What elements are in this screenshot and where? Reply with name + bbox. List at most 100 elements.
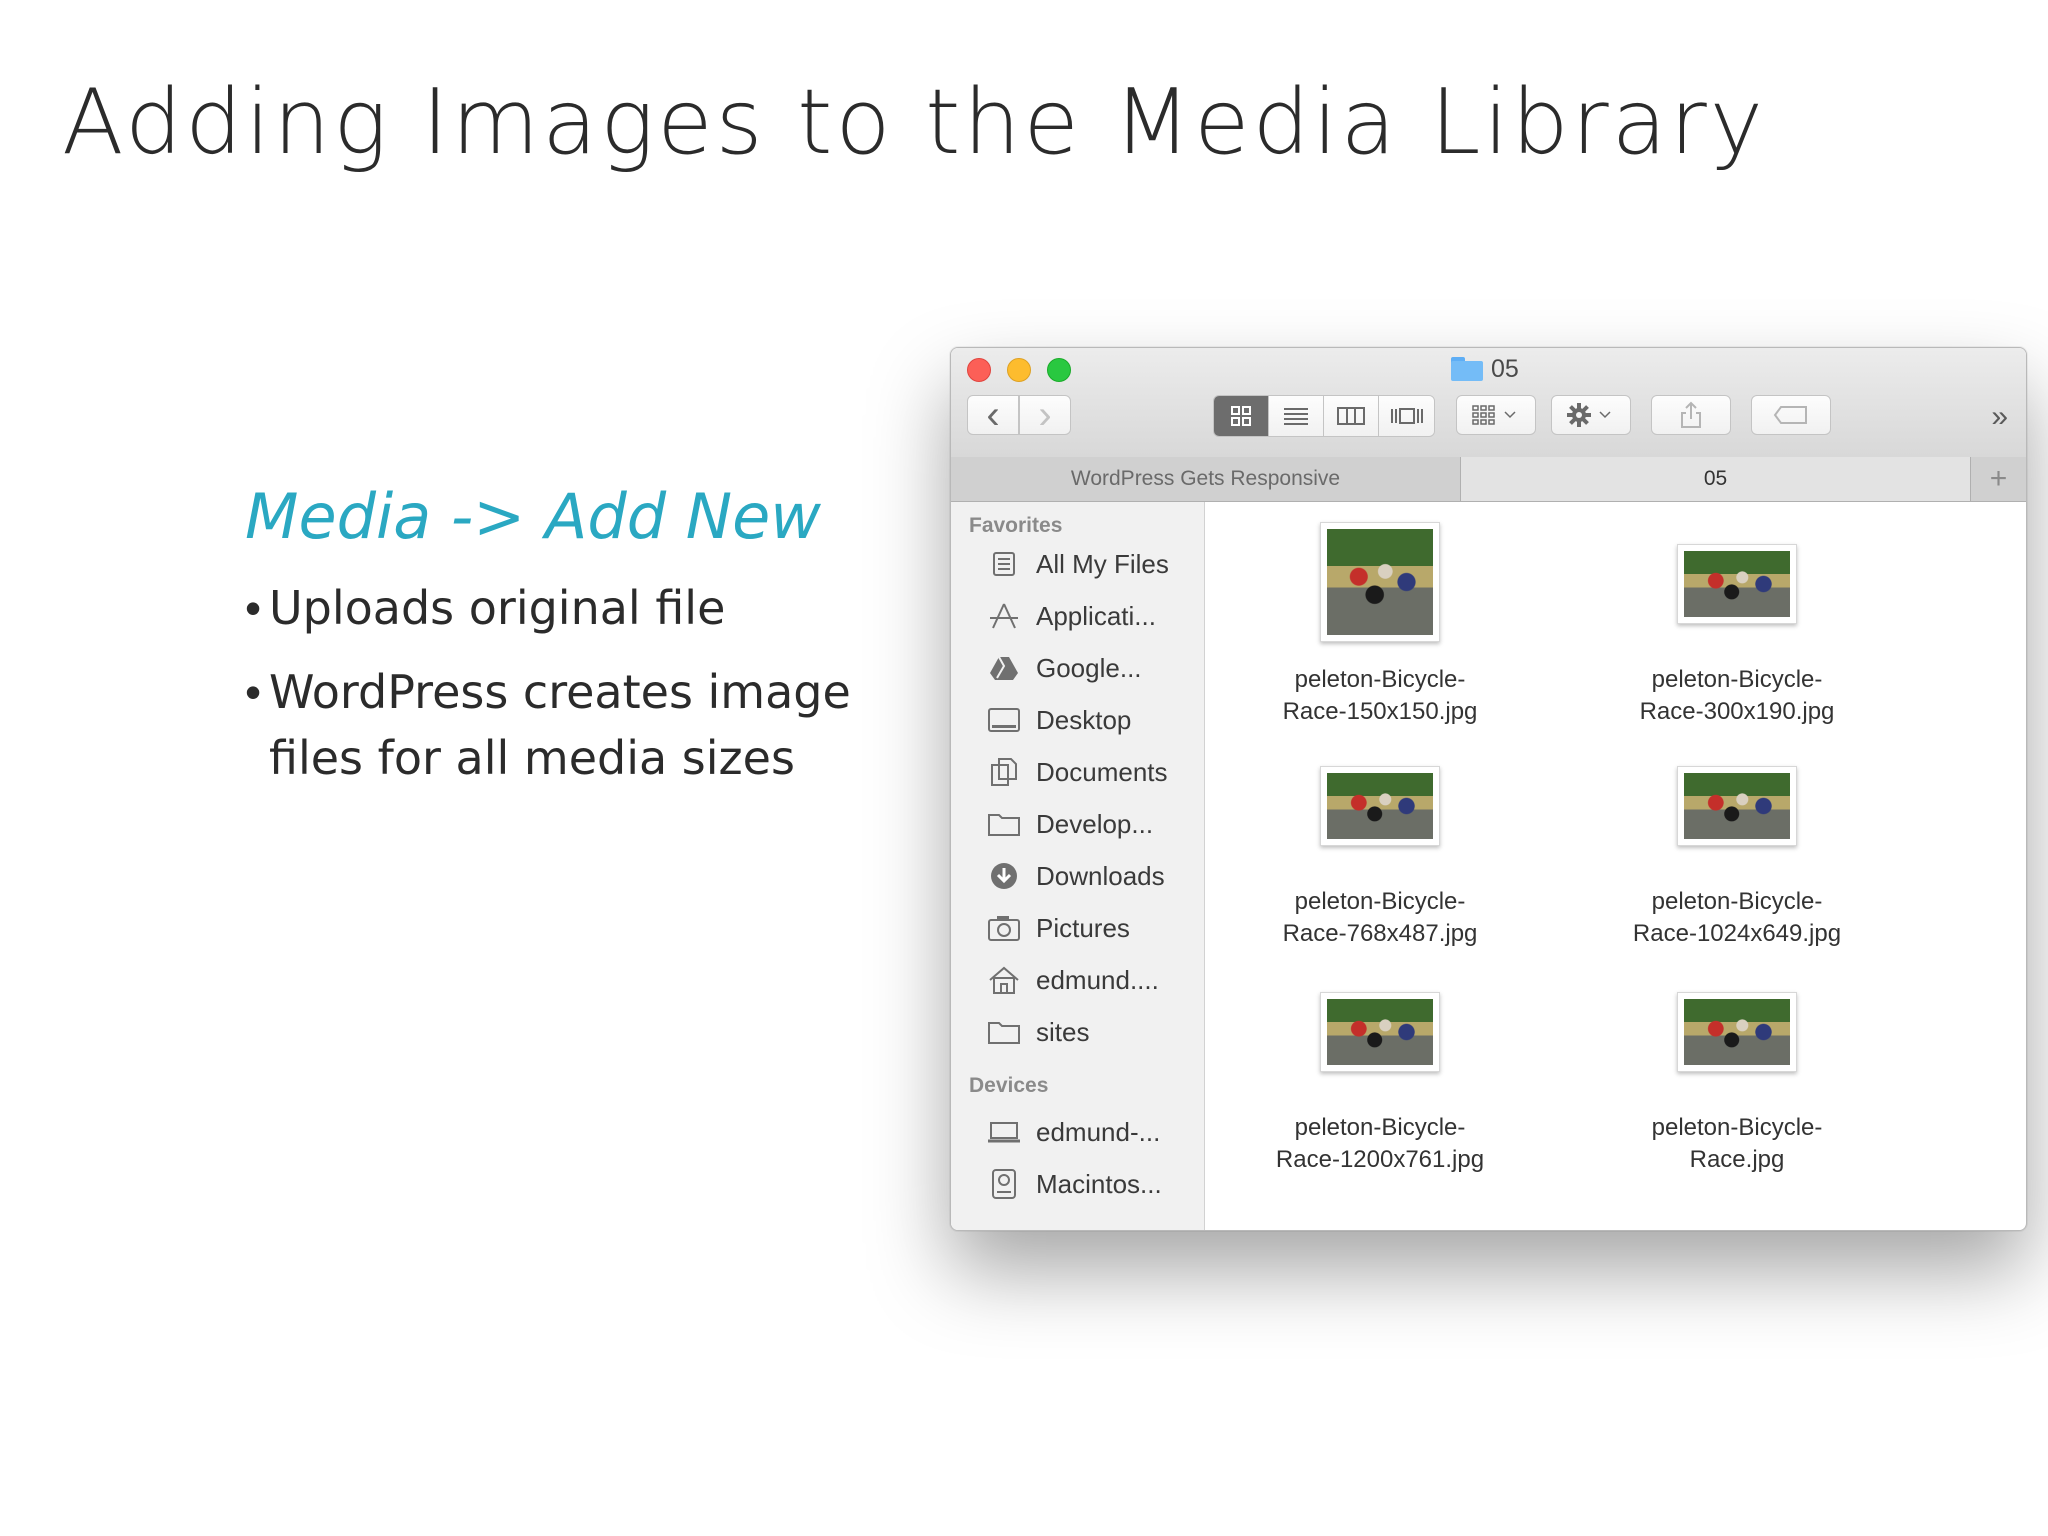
forward-button[interactable]: ›	[1019, 395, 1071, 435]
menu-path-subhead: Media -> Add New	[245, 480, 822, 553]
sidebar-item-label: All My Files	[1036, 548, 1169, 579]
favorites-heading: Favorites	[969, 514, 1063, 537]
home-icon	[986, 965, 1022, 995]
sidebar-item-label: sites	[1036, 1016, 1090, 1047]
bullet-list: • Uploads original file • WordPress crea…	[245, 575, 889, 809]
view-mode-selector	[1213, 395, 1435, 437]
desktop-icon	[986, 705, 1022, 735]
bullet-marker: •	[245, 582, 262, 634]
pictures-icon	[986, 913, 1022, 943]
bicycle-race-photo	[1327, 999, 1433, 1065]
arrange-button[interactable]	[1456, 395, 1536, 435]
file-name: peleton-Bicycle- Race.jpg	[1651, 1114, 1823, 1173]
folder-icon	[1451, 357, 1483, 381]
sidebar-item-label: Applicati...	[1036, 600, 1156, 631]
sidebar-item-label: Desktop	[1036, 704, 1132, 735]
list-view-button[interactable]	[1269, 396, 1324, 436]
sidebar-item-laptop[interactable]: edmund-...	[986, 1110, 1160, 1154]
cover-flow-button[interactable]	[1379, 396, 1434, 436]
new-tab-button[interactable]: +	[1971, 457, 2026, 501]
folder-icon	[986, 809, 1022, 839]
applications-icon	[986, 601, 1022, 631]
bicycle-race-photo	[1684, 999, 1790, 1065]
action-menu-button[interactable]	[1551, 395, 1631, 435]
file-item[interactable]: peleton-Bicycle- Race.jpg	[1572, 992, 1902, 1176]
finder-window: 05 ‹ › » WordPress Gets Responsive 05 + …	[950, 347, 2027, 1231]
sidebar-item-desktop[interactable]: Desktop	[986, 698, 1131, 742]
slide-title: Adding Images to the Media Library	[62, 70, 1767, 175]
cover-flow-icon	[1390, 408, 1423, 424]
window-title: 05	[1451, 354, 1519, 384]
icon-view-button[interactable]	[1214, 396, 1269, 436]
tag-icon	[1773, 406, 1807, 424]
bicycle-race-photo	[1327, 773, 1433, 839]
close-window-button[interactable]	[967, 358, 991, 382]
image-thumbnail	[1320, 766, 1440, 846]
bullet-text: Uploads original file	[269, 581, 726, 635]
window-title-text: 05	[1491, 354, 1519, 383]
list-lines-icon	[1284, 408, 1308, 425]
bullet-item: • Uploads original file	[245, 575, 889, 641]
file-item[interactable]: peleton-Bicycle- Race-150x150.jpg	[1215, 522, 1545, 728]
disk-icon	[986, 1169, 1022, 1199]
sidebar-item-label: edmund....	[1036, 964, 1159, 995]
sidebar-item-macintosh-hd[interactable]: Macintos...	[986, 1162, 1162, 1206]
sidebar-item-google-drive[interactable]: Google...	[986, 646, 1142, 690]
sidebar-item-label: Macintos...	[1036, 1168, 1162, 1199]
chevron-right-icon: ›	[1038, 393, 1052, 437]
tag-button[interactable]	[1751, 395, 1831, 435]
minimize-window-button[interactable]	[1007, 358, 1031, 382]
documents-icon	[986, 757, 1022, 787]
google-drive-icon	[986, 653, 1022, 683]
image-thumbnail	[1320, 522, 1440, 642]
image-thumbnail	[1320, 992, 1440, 1072]
file-item[interactable]: peleton-Bicycle- Race-300x190.jpg	[1572, 544, 1902, 728]
sidebar-item-label: Downloads	[1036, 860, 1165, 891]
arrange-grid-icon	[1472, 405, 1516, 425]
tab-wordpress-gets-responsive[interactable]: WordPress Gets Responsive	[951, 457, 1461, 501]
chevron-left-icon: ‹	[986, 393, 1000, 437]
image-thumbnail	[1677, 992, 1797, 1072]
image-thumbnail	[1677, 544, 1797, 624]
bicycle-race-photo	[1684, 773, 1790, 839]
sidebar-item-label: Pictures	[1036, 912, 1130, 943]
folder-icon	[986, 1017, 1022, 1047]
sidebar-item-pictures[interactable]: Pictures	[986, 906, 1130, 950]
sidebar-item-label: Develop...	[1036, 808, 1154, 839]
file-name: peleton-Bicycle- Race-1024x649.jpg	[1632, 888, 1842, 947]
sidebar-item-sites[interactable]: sites	[986, 1010, 1089, 1054]
bullet-item: • WordPress creates image files for all …	[245, 659, 889, 791]
share-icon	[1681, 401, 1701, 428]
finder-toolbar: 05 ‹ › »	[951, 348, 2026, 458]
bicycle-race-photo	[1684, 551, 1790, 617]
file-name: peleton-Bicycle- Race-1200x761.jpg	[1275, 1114, 1485, 1173]
sidebar-item-home[interactable]: edmund....	[986, 958, 1159, 1002]
file-name: peleton-Bicycle- Race-150x150.jpg	[1282, 666, 1478, 725]
icon-grid-icon	[1231, 406, 1251, 426]
sidebar-item-downloads[interactable]: Downloads	[986, 854, 1165, 898]
toolbar-overflow-button[interactable]: »	[1991, 400, 2008, 434]
sidebar-item-label: edmund-...	[1036, 1116, 1161, 1147]
all-files-icon	[986, 549, 1022, 579]
finder-sidebar: Favorites All My Files Applicati... Goog…	[951, 502, 1205, 1230]
share-button[interactable]	[1651, 395, 1731, 435]
devices-heading: Devices	[969, 1074, 1049, 1097]
column-view-button[interactable]	[1324, 396, 1379, 436]
gear-icon	[1567, 403, 1611, 427]
file-item[interactable]: peleton-Bicycle- Race-768x487.jpg	[1215, 766, 1545, 950]
file-name: peleton-Bicycle- Race-768x487.jpg	[1282, 888, 1478, 947]
file-icon-grid: peleton-Bicycle- Race-150x150.jpg peleton…	[1205, 502, 2025, 1230]
columns-icon	[1337, 407, 1365, 425]
tab-bar: WordPress Gets Responsive 05 +	[951, 457, 2026, 502]
sidebar-item-applications[interactable]: Applicati...	[986, 594, 1156, 638]
sidebar-item-develop[interactable]: Develop...	[986, 802, 1153, 846]
file-item[interactable]: peleton-Bicycle- Race-1200x761.jpg	[1215, 992, 1545, 1176]
bullet-marker: •	[245, 666, 262, 718]
tab-05[interactable]: 05	[1461, 457, 1971, 501]
downloads-icon	[986, 861, 1022, 891]
zoom-window-button[interactable]	[1047, 358, 1071, 382]
file-item[interactable]: peleton-Bicycle- Race-1024x649.jpg	[1572, 766, 1902, 950]
back-button[interactable]: ‹	[967, 395, 1019, 435]
sidebar-item-documents[interactable]: Documents	[986, 750, 1168, 794]
sidebar-item-all-my-files[interactable]: All My Files	[986, 542, 1169, 586]
